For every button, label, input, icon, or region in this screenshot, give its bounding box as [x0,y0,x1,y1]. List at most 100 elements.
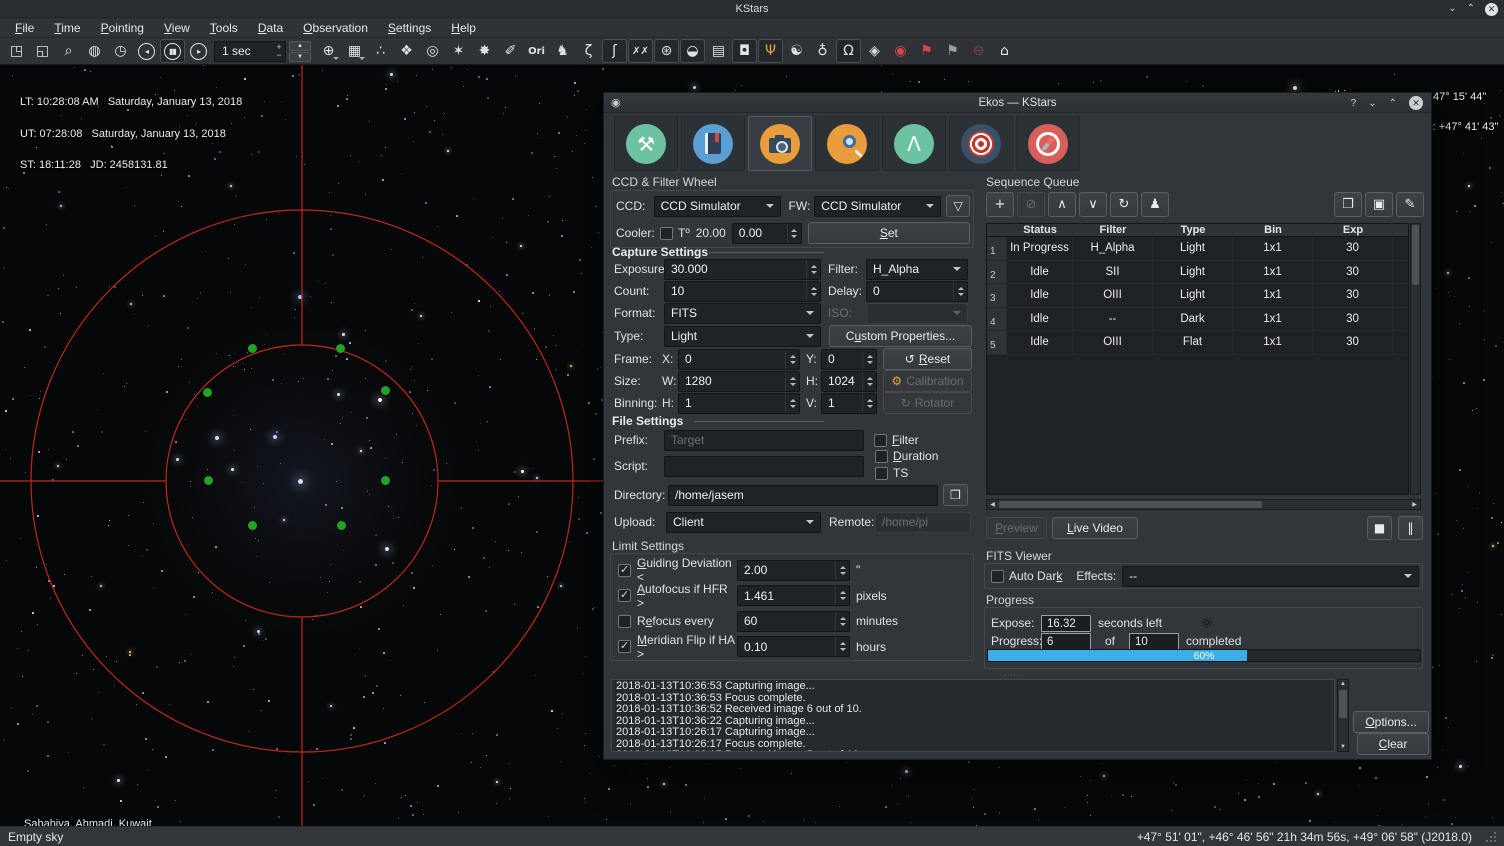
time-step-forward-icon[interactable]: ▸ [186,39,211,63]
delay-input[interactable]: 0 [866,281,968,302]
ts-suffix-checkbox[interactable] [875,467,888,480]
clear-button[interactable]: Clear [1357,733,1429,755]
toggle-solar-system-icon[interactable]: ◎ [420,39,445,63]
sequence-job-row[interactable]: 1In ProgressH_AlphaLight1x130 [987,237,1408,261]
tab-setup[interactable]: ⚒ [614,116,678,171]
find-object-icon[interactable]: ⌕ [56,39,81,63]
eyepiece-view-icon[interactable]: ☯ [784,39,809,63]
light-pollution-icon[interactable]: Ψ [758,39,783,63]
open-sequence-button[interactable]: ❒ [1334,192,1362,217]
move-job-up-button[interactable]: ∧ [1048,192,1076,217]
tab-scheduler[interactable] [681,116,745,171]
snapshot-icon[interactable]: ▦ [342,39,367,63]
menu-data[interactable]: Data [249,19,292,37]
limit-checkbox-2[interactable] [618,589,631,602]
prefix-input[interactable]: Target [664,430,864,451]
zoom-fit-icon[interactable]: ◳ [4,39,29,63]
pause-button[interactable]: ‖ [1398,516,1423,540]
exposure-input[interactable]: 30.000 [664,259,821,280]
dome-icon[interactable]: ⌂ [992,39,1017,63]
menu-pointing[interactable]: Pointing [92,19,153,37]
ekos-maximize-button[interactable]: ⌃ [1389,98,1397,109]
filter-manager-button[interactable]: ▽ [946,195,970,217]
menu-file[interactable]: File [6,19,43,37]
ccd-select[interactable]: CCD Simulator [654,196,781,217]
scroll-right-icon[interactable]: ▶ [1409,501,1420,508]
window-close-button[interactable]: ✕ [1485,3,1498,16]
tab-align[interactable] [1016,116,1080,171]
queue-horizontal-scrollbar[interactable]: ◀ ▶ [986,499,1421,510]
stop-button[interactable]: ■ [1367,516,1392,540]
size-w-input[interactable]: 1280 [678,371,800,392]
menu-tools[interactable]: Tools [201,19,247,37]
sequence-job-row[interactable]: 3IdleOIIILight1x130 [987,284,1408,308]
splitter-handle[interactable]: ∙∙∙∙∙∙ [1004,670,1023,679]
set-time-icon[interactable]: ◷ [108,39,133,63]
binning-h-input[interactable]: 1 [678,393,800,414]
limit-checkbox-1[interactable] [618,564,631,577]
custom-properties-button[interactable]: Custom Properties... [829,325,972,347]
upload-select[interactable]: Client [666,512,821,533]
size-h-input[interactable]: 1024 [821,371,877,392]
save-sequence-button[interactable]: ▣ [1365,192,1393,217]
directory-input[interactable]: /home/jasem [668,485,938,506]
reset-frame-button[interactable]: ↺Reset [883,348,972,370]
lock-position-icon[interactable]: Ω [836,39,861,63]
indi-control-panel-icon[interactable]: ◘ [732,39,757,63]
move-job-down-button[interactable]: ∨ [1079,192,1107,217]
sequence-job-row[interactable]: 5IdleOIIIFlat1x130 [987,331,1408,355]
toggle-constellation-boundaries-icon[interactable]: ✗✗ [628,39,653,63]
zoom-window-icon[interactable]: ◱ [30,39,55,63]
time-step-interval-input[interactable]: 1 sec+− [214,41,286,62]
observation-list-icon[interactable]: ▤ [706,39,731,63]
ekos-close-button[interactable]: ✕ [1409,96,1423,110]
telescope-crosshair-icon[interactable]: ♁ [810,39,835,63]
binning-v-input[interactable]: 1 [821,393,877,414]
gray-flag-icon[interactable]: ⚑ [940,39,965,63]
reset-queue-button[interactable]: ↻ [1110,192,1138,217]
frame-x-input[interactable]: 0 [678,349,800,370]
menu-view[interactable]: View [155,19,199,37]
toggle-stars-icon[interactable]: ∴ [368,39,393,63]
live-video-button[interactable]: Live Video [1052,517,1138,539]
limit-checkbox-4[interactable] [618,640,631,653]
geolocation-icon[interactable]: ◍ [82,39,107,63]
limit-value-input[interactable]: 2.00 [737,560,850,581]
time-step-stepper[interactable]: ▲▼ [289,41,311,62]
toggle-constellation-names-icon[interactable]: Ori [524,39,549,63]
menu-help[interactable]: Help [442,19,485,37]
capture-log[interactable]: 2018-01-13T10:36:53 Capturing image...20… [611,679,1335,752]
toggle-constellation-art-icon[interactable]: ♞ [550,39,575,63]
count-input[interactable]: 10 [664,281,821,302]
menu-time[interactable]: Time [45,19,89,37]
options-button[interactable]: Options... [1353,711,1429,733]
add-job-button[interactable]: + [986,192,1014,217]
ekos-minimize-button[interactable]: ⌄ [1368,98,1376,109]
pointing-target-icon[interactable]: ⊕ [316,39,341,63]
tab-mount[interactable]: Λ [882,116,946,171]
duration-suffix-checkbox[interactable] [875,450,888,463]
limit-checkbox-3[interactable] [618,615,631,628]
ekos-help-button[interactable]: ? [1351,98,1357,109]
time-step-back-icon[interactable]: ◂ [134,39,159,63]
window-minimize-button[interactable]: ⌄ [1448,0,1456,18]
toggle-ground-icon[interactable]: ◒ [680,39,705,63]
cooler-checkbox[interactable] [660,227,673,240]
frame-y-input[interactable]: 0 [821,349,877,370]
filter-select[interactable]: H_Alpha [866,259,968,280]
limit-value-input[interactable]: 1.461 [737,585,850,606]
tab-focus[interactable] [815,116,879,171]
tab-capture[interactable] [748,116,812,171]
toggle-milky-way-icon[interactable]: ʃ [602,39,627,63]
limit-value-input[interactable]: 0.10 [737,636,850,657]
sequence-job-row[interactable]: 2IdleSIILight1x130 [987,261,1408,285]
snap-diamond-icon[interactable]: ◈ [862,39,887,63]
window-maximize-button[interactable]: ⌃ [1467,0,1475,18]
save-sequence-as-button[interactable]: ✎ [1396,192,1424,217]
toggle-constellation-lines-icon[interactable]: ζ [576,39,601,63]
filter-wheel-select[interactable]: CCD Simulator [814,196,941,217]
menu-settings[interactable]: Settings [379,19,440,37]
script-input[interactable] [664,456,864,477]
menu-observation[interactable]: Observation [294,19,377,37]
log-scrollbar[interactable] [1337,679,1349,752]
